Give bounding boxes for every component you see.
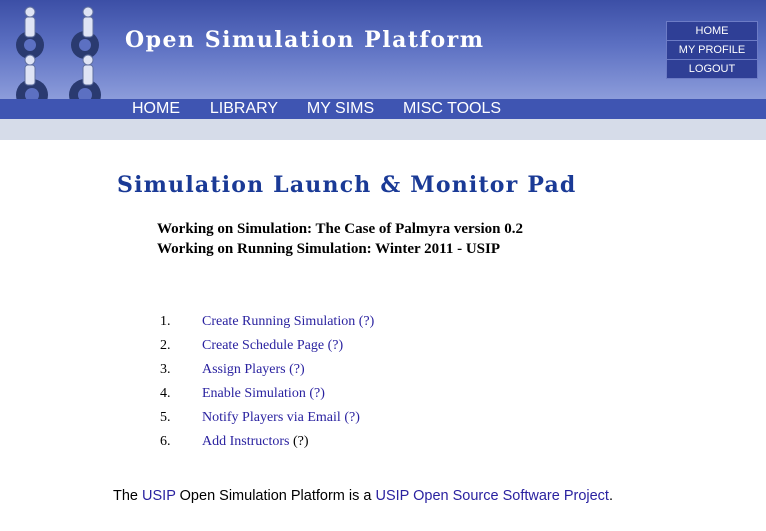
help-link[interactable]: (?) xyxy=(344,410,360,425)
assign-players-link[interactable]: Assign Players xyxy=(202,362,286,377)
footer: The USIP Open Simulation Platform is a U… xyxy=(113,488,613,504)
footer-prefix: The xyxy=(113,488,138,504)
simulation-info: Working on Simulation: The Case of Palmy… xyxy=(157,221,523,237)
list-item: 3. Assign Players (?) xyxy=(160,362,305,382)
site-title: Open Simulation Platform xyxy=(125,27,485,53)
footer-suffix: . xyxy=(608,488,613,504)
list-item: 5. Notify Players via Email (?) xyxy=(160,410,360,430)
nav-tab-my-sims[interactable]: MY SIMS xyxy=(293,99,388,119)
nav-tab-home[interactable]: HOME xyxy=(120,99,192,119)
footer-middle: Open Simulation Platform is a xyxy=(179,488,372,504)
help-text: (?) xyxy=(293,434,309,449)
step-number: 2. xyxy=(160,338,171,353)
step-number: 5. xyxy=(160,410,171,425)
enable-simulation-link[interactable]: Enable Simulation xyxy=(202,386,306,401)
usip-link[interactable]: USIP xyxy=(142,488,176,504)
open-source-project-link[interactable]: USIP Open Source Software Project xyxy=(376,488,609,504)
top-nav-my-profile[interactable]: MY PROFILE xyxy=(667,41,757,60)
list-item: 6. Add Instructors (?) xyxy=(160,434,309,454)
help-link[interactable]: (?) xyxy=(289,362,305,377)
page-title: Simulation Launch & Monitor Pad xyxy=(117,172,577,198)
step-number: 4. xyxy=(160,386,171,401)
top-nav-logout[interactable]: LOGOUT xyxy=(667,60,757,78)
list-item: 2. Create Schedule Page (?) xyxy=(160,338,343,358)
sub-nav-bar xyxy=(0,119,766,140)
list-item: 1. Create Running Simulation (?) xyxy=(160,314,374,334)
step-number: 1. xyxy=(160,314,171,329)
create-running-simulation-link[interactable]: Create Running Simulation xyxy=(202,314,355,329)
top-nav: HOME MY PROFILE LOGOUT xyxy=(666,21,758,79)
nav-tab-misc-tools[interactable]: MISC TOOLS xyxy=(393,99,511,119)
main-nav: HOME LIBRARY MY SIMS MISC TOOLS xyxy=(0,99,766,119)
step-number: 6. xyxy=(160,434,171,449)
add-instructors-link[interactable]: Add Instructors xyxy=(202,434,290,449)
help-link[interactable]: (?) xyxy=(359,314,375,329)
nav-tab-library[interactable]: LIBRARY xyxy=(200,99,288,119)
step-number: 3. xyxy=(160,362,171,377)
top-nav-home[interactable]: HOME xyxy=(667,22,757,41)
running-simulation-info: Working on Running Simulation: Winter 20… xyxy=(157,241,501,257)
list-item: 4. Enable Simulation (?) xyxy=(160,386,325,406)
help-link[interactable]: (?) xyxy=(309,386,325,401)
help-link[interactable]: (?) xyxy=(328,338,344,353)
create-schedule-page-link[interactable]: Create Schedule Page xyxy=(202,338,324,353)
header-banner: Open Simulation Platform HOME MY PROFILE… xyxy=(0,0,766,111)
notify-players-link[interactable]: Notify Players via Email xyxy=(202,410,341,425)
